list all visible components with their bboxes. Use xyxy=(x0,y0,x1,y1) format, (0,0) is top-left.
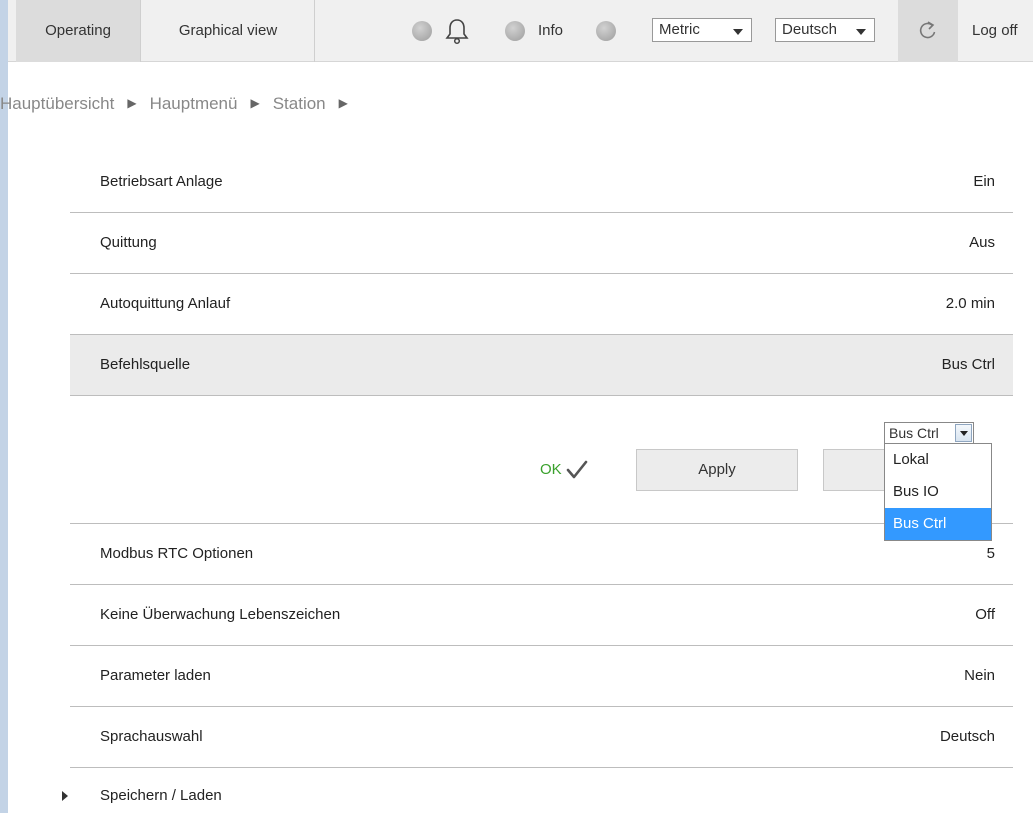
parameter-value: Nein xyxy=(964,667,995,684)
parameter-value: 2.0 min xyxy=(945,295,995,312)
parameter-label: Parameter laden xyxy=(100,667,211,684)
chevron-down-icon[interactable] xyxy=(955,424,972,442)
parameter-row[interactable]: Quittung Aus xyxy=(70,213,1013,274)
unit-select[interactable]: Metric xyxy=(652,18,752,42)
parameter-row[interactable]: Sprachauswahl Deutsch xyxy=(70,707,1013,768)
parameter-value: Aus xyxy=(969,234,995,251)
unit-select-value: Metric xyxy=(659,21,700,38)
status-indicator-icon xyxy=(596,21,616,41)
top-toolbar: Operating Graphical view Info Metric Deu… xyxy=(8,0,1033,62)
language-select-value: Deutsch xyxy=(782,21,838,38)
dropdown-option-bus-ctrl[interactable]: Bus Ctrl xyxy=(885,508,991,540)
parameter-label: Sprachauswahl xyxy=(100,728,203,745)
parameter-value: Deutsch xyxy=(939,728,995,745)
parameter-row[interactable]: Keine Überwachung Lebenszeichen Off xyxy=(70,585,1013,646)
left-accent-bar xyxy=(0,0,8,813)
info-status-icon xyxy=(505,21,525,41)
parameter-label: Autoquittung Anlauf xyxy=(100,295,231,312)
tab-graphical-view[interactable]: Graphical view xyxy=(142,0,314,62)
toolbar-divider xyxy=(140,0,141,62)
parameter-row[interactable]: Autoquittung Anlauf 2.0 min xyxy=(70,274,1013,335)
apply-button[interactable]: Apply xyxy=(636,449,798,491)
parameter-row[interactable]: Parameter laden Nein xyxy=(70,646,1013,707)
parameter-row[interactable]: Betriebsart Anlage Ein xyxy=(70,152,1013,213)
breadcrumb-item[interactable]: Station xyxy=(273,94,326,114)
edit-panel: OK Apply C Bus Ctrl Lokal Bus IO Bus Ctr… xyxy=(70,396,1013,541)
section-label: Speichern / Laden xyxy=(100,787,222,804)
parameter-label: Keine Überwachung Lebenszeichen xyxy=(100,606,341,623)
language-select[interactable]: Deutsch xyxy=(775,18,875,42)
breadcrumb-arrow-icon: ▶ xyxy=(250,96,260,110)
parameter-label: Befehlsquelle xyxy=(100,356,191,373)
ok-status-label: OK xyxy=(540,461,562,478)
logoff-link[interactable]: Log off xyxy=(972,0,1018,62)
parameter-label: Quittung xyxy=(100,234,157,251)
tab-operating[interactable]: Operating xyxy=(16,0,140,62)
chevron-down-icon xyxy=(733,29,743,35)
breadcrumb-item[interactable]: Hauptmenü xyxy=(150,94,238,114)
chevron-down-icon xyxy=(856,29,866,35)
checkmark-icon xyxy=(566,460,588,479)
status-indicator-icon xyxy=(412,21,432,41)
parameter-list: Betriebsart Anlage Ein Quittung Aus Auto… xyxy=(70,152,1013,768)
dropdown-option-bus-io[interactable]: Bus IO xyxy=(885,476,991,508)
breadcrumb-arrow-icon: ▶ xyxy=(338,96,348,110)
parameter-value: Ein xyxy=(973,173,995,190)
refresh-icon xyxy=(919,21,936,39)
breadcrumb-arrow-icon: ▶ xyxy=(127,96,137,110)
info-label[interactable]: Info xyxy=(538,0,563,62)
command-source-select-value: Bus Ctrl xyxy=(889,425,939,441)
parameter-value: Off xyxy=(975,606,995,623)
refresh-button[interactable] xyxy=(898,0,958,62)
dropdown-option-lokal[interactable]: Lokal xyxy=(885,444,991,476)
breadcrumb-item[interactable]: Hauptübersicht xyxy=(0,94,114,114)
expand-arrow-icon xyxy=(62,791,68,801)
bell-icon[interactable] xyxy=(444,17,470,45)
command-source-options: Lokal Bus IO Bus Ctrl xyxy=(884,443,992,541)
parameter-row-selected[interactable]: Befehlsquelle Bus Ctrl xyxy=(70,335,1013,396)
breadcrumb: Hauptübersicht ▶ Hauptmenü ▶ Station ▶ xyxy=(0,94,361,114)
command-source-select[interactable]: Bus Ctrl xyxy=(884,422,974,444)
parameter-row[interactable]: Modbus RTC Optionen 5 xyxy=(70,524,1013,585)
toolbar-divider xyxy=(314,0,315,62)
parameter-label: Betriebsart Anlage xyxy=(100,173,223,190)
parameter-value: Bus Ctrl xyxy=(941,356,995,373)
parameter-label: Modbus RTC Optionen xyxy=(100,545,254,562)
